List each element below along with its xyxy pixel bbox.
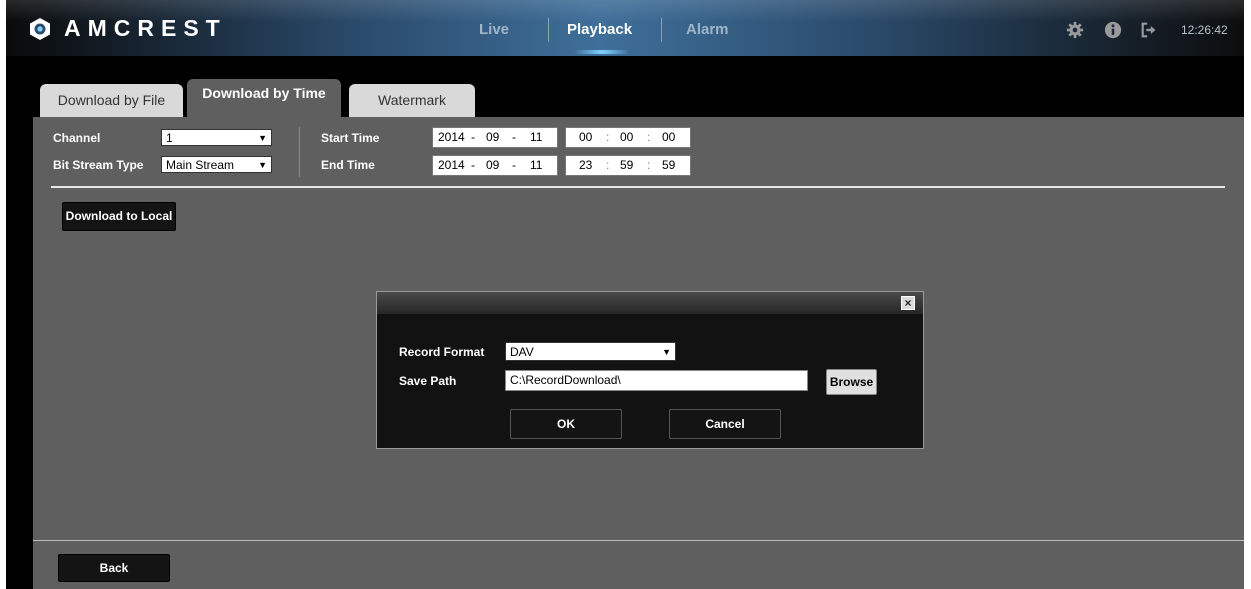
ok-button[interactable]: OK <box>510 409 622 439</box>
end-month[interactable]: 09 <box>486 156 499 175</box>
bit-stream-type-label: Bit Stream Type <box>53 158 144 172</box>
record-format-value: DAV <box>510 345 534 359</box>
end-date-field[interactable]: 2014 - 09 - 11 <box>432 155 558 176</box>
start-second[interactable]: 00 <box>662 128 675 147</box>
date-separator: - <box>471 158 475 172</box>
active-nav-indicator <box>574 50 630 54</box>
start-time-label: Start Time <box>321 131 380 145</box>
start-date-field[interactable]: 2014 - 09 - 11 <box>432 127 558 148</box>
start-month[interactable]: 09 <box>486 128 499 147</box>
dropdown-arrow-icon: ▼ <box>662 347 671 357</box>
footer-separator-line <box>33 540 1244 541</box>
bit-stream-type-value: Main Stream <box>166 158 235 172</box>
channel-label: Channel <box>53 131 101 145</box>
back-button[interactable]: Back <box>58 554 170 582</box>
info-icon[interactable] <box>1104 21 1122 39</box>
close-icon[interactable]: × <box>901 296 915 310</box>
cancel-button[interactable]: Cancel <box>669 409 781 439</box>
nav-playback[interactable]: Playback <box>567 21 632 38</box>
time-separator: : <box>647 158 651 172</box>
nav-separator <box>548 18 549 42</box>
nav-live[interactable]: Live <box>479 21 509 38</box>
channel-select[interactable]: 1 ▼ <box>161 129 272 146</box>
browse-button[interactable]: Browse <box>826 369 877 395</box>
nav-separator <box>661 18 662 42</box>
tab-watermark[interactable]: Watermark <box>349 84 475 117</box>
record-format-label: Record Format <box>399 345 485 359</box>
end-hour[interactable]: 23 <box>579 156 592 175</box>
start-time-field[interactable]: 00 : 00 : 00 <box>565 127 691 148</box>
dropdown-arrow-icon: ▼ <box>258 160 267 170</box>
end-minute[interactable]: 59 <box>620 156 633 175</box>
end-time-label: End Time <box>321 158 375 172</box>
time-separator: : <box>647 130 651 144</box>
amcrest-logo-icon <box>30 18 50 40</box>
tab-download-by-time[interactable]: Download by Time <box>187 79 341 117</box>
end-day[interactable]: 11 <box>530 156 542 175</box>
end-year[interactable]: 2014 <box>438 156 465 175</box>
start-minute[interactable]: 00 <box>620 128 633 147</box>
start-hour[interactable]: 00 <box>579 128 592 147</box>
brand-logo-text: AMCREST <box>64 15 227 41</box>
time-separator: : <box>606 158 610 172</box>
record-format-select[interactable]: DAV ▼ <box>505 342 676 361</box>
dialog-title-bar: × <box>377 292 923 314</box>
start-day[interactable]: 11 <box>530 128 542 147</box>
date-separator: - <box>512 130 516 144</box>
tab-download-by-file[interactable]: Download by File <box>40 84 183 117</box>
form-separator-line <box>51 186 1225 188</box>
download-settings-dialog: × Record Format DAV ▼ Save Path C:\Recor… <box>376 291 924 449</box>
end-time-field[interactable]: 23 : 59 : 59 <box>565 155 691 176</box>
form-divider <box>299 127 300 177</box>
bit-stream-type-select[interactable]: Main Stream ▼ <box>161 156 272 173</box>
top-bar: AMCREST Live Playback Alarm 12:26:42 <box>6 0 1244 66</box>
end-second[interactable]: 59 <box>662 156 675 175</box>
nav-alarm[interactable]: Alarm <box>686 21 729 38</box>
logout-icon[interactable] <box>1140 21 1158 39</box>
date-separator: - <box>512 158 516 172</box>
date-separator: - <box>471 130 475 144</box>
save-path-label: Save Path <box>399 374 457 388</box>
settings-gear-icon[interactable] <box>1066 21 1084 39</box>
clock-readout: 12:26:42 <box>1181 23 1228 37</box>
channel-value: 1 <box>166 131 173 145</box>
download-to-local-button[interactable]: Download to Local <box>62 202 176 231</box>
time-separator: : <box>606 130 610 144</box>
dropdown-arrow-icon: ▼ <box>258 133 267 143</box>
save-path-field[interactable]: C:\RecordDownload\ <box>505 370 808 391</box>
app-window: AMCREST Live Playback Alarm 12:26:42 Dow… <box>6 0 1244 589</box>
start-year[interactable]: 2014 <box>438 128 465 147</box>
